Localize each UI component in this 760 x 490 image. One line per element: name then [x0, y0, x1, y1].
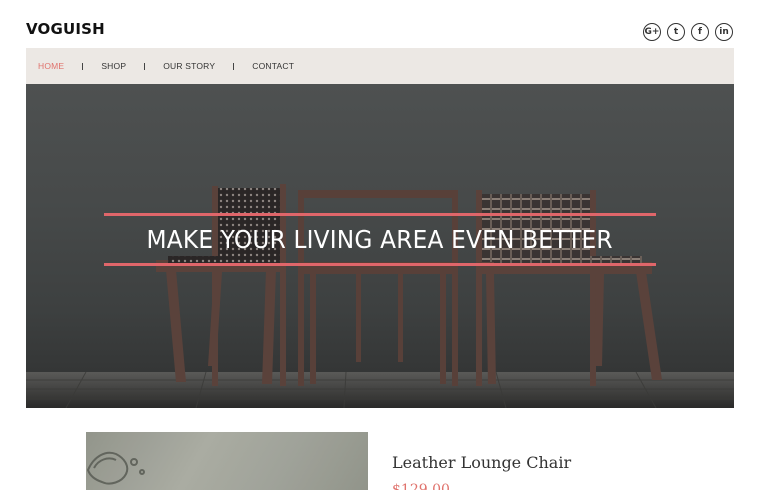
hero-headline-frame: MAKE YOUR LIVING AREA EVEN BETTER — [104, 213, 656, 266]
nav-item-contact[interactable]: CONTACT — [252, 61, 294, 71]
google-plus-icon[interactable]: G+ — [643, 23, 661, 41]
site-logo[interactable]: VOGUISH — [26, 20, 105, 38]
nav-divider — [82, 62, 84, 70]
nav-item-home[interactable]: HOME — [38, 61, 64, 71]
nav-divider — [144, 62, 146, 70]
twitter-icon[interactable]: t — [667, 23, 685, 41]
hero-headline: MAKE YOUR LIVING AREA EVEN BETTER — [146, 225, 614, 254]
nav-divider — [233, 62, 235, 70]
nav-item-our-story[interactable]: OUR STORY — [163, 61, 215, 71]
product-price: $129.00 — [392, 482, 450, 490]
product-title[interactable]: Leather Lounge Chair — [392, 453, 571, 472]
main-nav: HOME SHOP OUR STORY CONTACT — [26, 48, 734, 84]
product-image[interactable] — [86, 432, 368, 490]
nav-item-shop[interactable]: SHOP — [101, 61, 126, 71]
social-links: G+ t f in — [643, 23, 733, 41]
facebook-icon[interactable]: f — [691, 23, 709, 41]
mirror-frame-image — [86, 432, 368, 490]
hero-banner: MAKE YOUR LIVING AREA EVEN BETTER — [26, 84, 734, 408]
linkedin-icon[interactable]: in — [715, 23, 733, 41]
